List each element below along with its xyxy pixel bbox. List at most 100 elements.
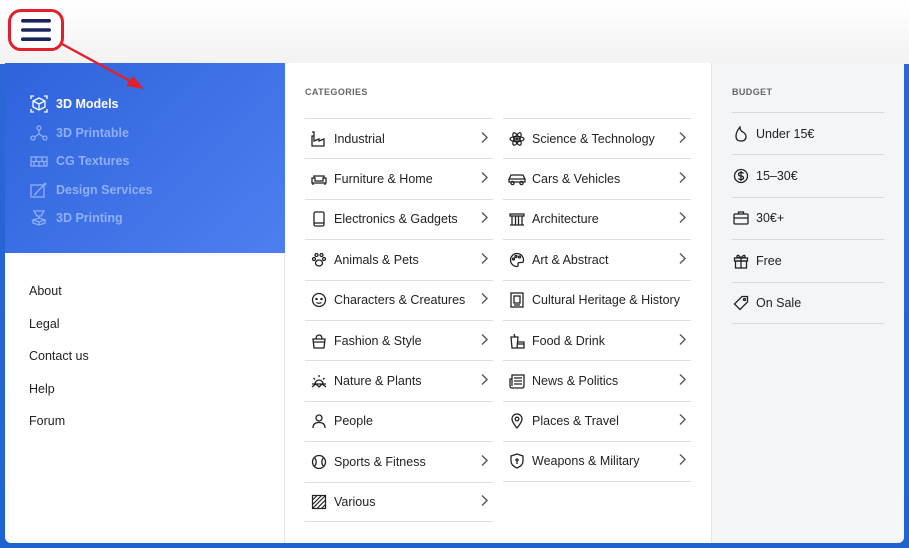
design-tools-icon bbox=[30, 181, 48, 199]
categories-heading: CATEGORIES bbox=[305, 87, 368, 97]
scroll-icon bbox=[508, 291, 526, 309]
tag-icon bbox=[732, 294, 750, 312]
category-industrial[interactable]: Industrial bbox=[305, 118, 493, 158]
category-label: Cultural Heritage & History bbox=[532, 293, 680, 308]
category-electronics-gadgets[interactable]: Electronics & Gadgets bbox=[305, 198, 493, 239]
category-science-technology[interactable]: Science & Technology bbox=[503, 118, 691, 158]
link-forum[interactable]: Forum bbox=[29, 411, 89, 444]
molecule-icon bbox=[30, 124, 48, 142]
category-label: Various bbox=[334, 494, 376, 509]
budget-free[interactable]: Free bbox=[732, 239, 884, 281]
category-label: News & Politics bbox=[532, 374, 619, 389]
category-label: People bbox=[334, 414, 373, 429]
category-label: Electronics & Gadgets bbox=[334, 212, 458, 227]
link-about[interactable]: About bbox=[29, 281, 89, 314]
category-art-abstract[interactable]: Art & Abstract bbox=[503, 239, 691, 279]
link-legal[interactable]: Legal bbox=[29, 314, 89, 347]
chevron-right-icon bbox=[678, 212, 686, 227]
category-animals-pets[interactable]: Animals & Pets bbox=[305, 239, 493, 279]
section-3d-models[interactable]: 3D Models bbox=[5, 90, 285, 119]
category-news-politics[interactable]: News & Politics bbox=[503, 360, 691, 400]
face-icon bbox=[310, 291, 328, 309]
chevron-right-icon bbox=[678, 414, 686, 429]
category-label: Places & Travel bbox=[532, 414, 619, 429]
link-contact-us[interactable]: Contact us bbox=[29, 346, 89, 379]
category-nature-plants[interactable]: Nature & Plants bbox=[305, 360, 493, 400]
budget-column: BUDGET Under 15€ 15–30€ 30€+ Free On Sal… bbox=[711, 63, 904, 543]
budget-15-30[interactable]: 15–30€ bbox=[732, 154, 884, 196]
chevron-right-icon bbox=[678, 333, 686, 348]
chevron-right-icon bbox=[678, 172, 686, 187]
phone-icon bbox=[310, 210, 328, 228]
category-places-travel[interactable]: Places & Travel bbox=[503, 400, 691, 441]
chevron-right-icon bbox=[480, 212, 488, 227]
budget-heading: BUDGET bbox=[732, 87, 773, 97]
category-food-drink[interactable]: Food & Drink bbox=[503, 319, 691, 360]
category-weapons-military[interactable]: Weapons & Military bbox=[503, 441, 691, 482]
section-list: 3D Models 3D Printable CG Textures Desig… bbox=[5, 63, 285, 253]
category-cultural-heritage-history[interactable]: Cultural Heritage & History bbox=[503, 279, 691, 320]
handbag-icon bbox=[310, 332, 328, 350]
chevron-right-icon bbox=[678, 252, 686, 267]
section-label: 3D Printable bbox=[56, 125, 129, 140]
category-label: Industrial bbox=[334, 131, 385, 146]
chevron-right-icon bbox=[678, 374, 686, 389]
chevron-right-icon bbox=[480, 252, 488, 267]
budget-on-sale[interactable]: On Sale bbox=[732, 281, 884, 324]
categories-right-list: Science & Technology Cars & Vehicles Arc… bbox=[503, 118, 691, 482]
section-3d-printable[interactable]: 3D Printable bbox=[5, 119, 285, 148]
section-label: Design Services bbox=[56, 182, 153, 197]
flame-icon bbox=[732, 125, 750, 143]
budget-label: On Sale bbox=[756, 295, 802, 310]
categories-column: CATEGORIES Industrial Furniture & Home E… bbox=[285, 63, 711, 543]
paw-icon bbox=[310, 251, 328, 269]
category-label: Furniture & Home bbox=[334, 172, 433, 187]
category-label: Food & Drink bbox=[532, 333, 605, 348]
link-help[interactable]: Help bbox=[29, 379, 89, 412]
car-icon bbox=[508, 170, 526, 188]
chevron-right-icon bbox=[678, 131, 686, 146]
category-label: Cars & Vehicles bbox=[532, 172, 621, 187]
sun-landscape-icon bbox=[310, 372, 328, 390]
budget-30-plus[interactable]: 30€+ bbox=[732, 196, 884, 239]
category-label: Weapons & Military bbox=[532, 454, 640, 469]
factory-icon bbox=[310, 130, 328, 148]
map-pin-icon bbox=[508, 412, 526, 430]
cup-cake-icon bbox=[508, 332, 526, 350]
shield-icon bbox=[508, 452, 526, 470]
section-design-services[interactable]: Design Services bbox=[5, 176, 285, 205]
category-label: Sports & Fitness bbox=[334, 454, 426, 469]
columns-icon bbox=[508, 210, 526, 228]
hatched-square-icon bbox=[310, 493, 328, 511]
category-various[interactable]: Various bbox=[305, 481, 493, 522]
category-label: Art & Abstract bbox=[532, 252, 609, 267]
budget-list: Under 15€ 15–30€ 30€+ Free On Sale bbox=[732, 112, 884, 324]
budget-under-15[interactable]: Under 15€ bbox=[732, 112, 884, 154]
category-fashion-style[interactable]: Fashion & Style bbox=[305, 319, 493, 360]
person-icon bbox=[310, 412, 328, 430]
section-label: 3D Printing bbox=[56, 211, 123, 226]
hamburger-menu-icon bbox=[19, 17, 53, 43]
bricks-icon bbox=[30, 152, 48, 170]
category-characters-creatures[interactable]: Characters & Creatures bbox=[305, 279, 493, 320]
section-cg-textures[interactable]: CG Textures bbox=[5, 147, 285, 176]
category-sports-fitness[interactable]: Sports & Fitness bbox=[305, 441, 493, 481]
section-3d-printing[interactable]: 3D Printing bbox=[5, 204, 285, 233]
cube-icon bbox=[30, 95, 48, 113]
chevron-right-icon bbox=[480, 172, 488, 187]
category-furniture-home[interactable]: Furniture & Home bbox=[305, 158, 493, 198]
chevron-right-icon bbox=[480, 454, 488, 469]
budget-label: 30€+ bbox=[756, 211, 785, 226]
chevron-right-icon bbox=[480, 374, 488, 389]
category-people[interactable]: People bbox=[305, 400, 493, 441]
briefcase-icon bbox=[732, 209, 750, 227]
palette-icon bbox=[508, 251, 526, 269]
category-architecture[interactable]: Architecture bbox=[503, 198, 691, 239]
chevron-right-icon bbox=[480, 333, 488, 348]
menu-button[interactable] bbox=[8, 9, 64, 51]
budget-label: Free bbox=[756, 253, 782, 268]
category-cars-vehicles[interactable]: Cars & Vehicles bbox=[503, 158, 691, 198]
category-label: Characters & Creatures bbox=[334, 293, 466, 308]
chevron-right-icon bbox=[480, 293, 488, 308]
ball-icon bbox=[310, 453, 328, 471]
